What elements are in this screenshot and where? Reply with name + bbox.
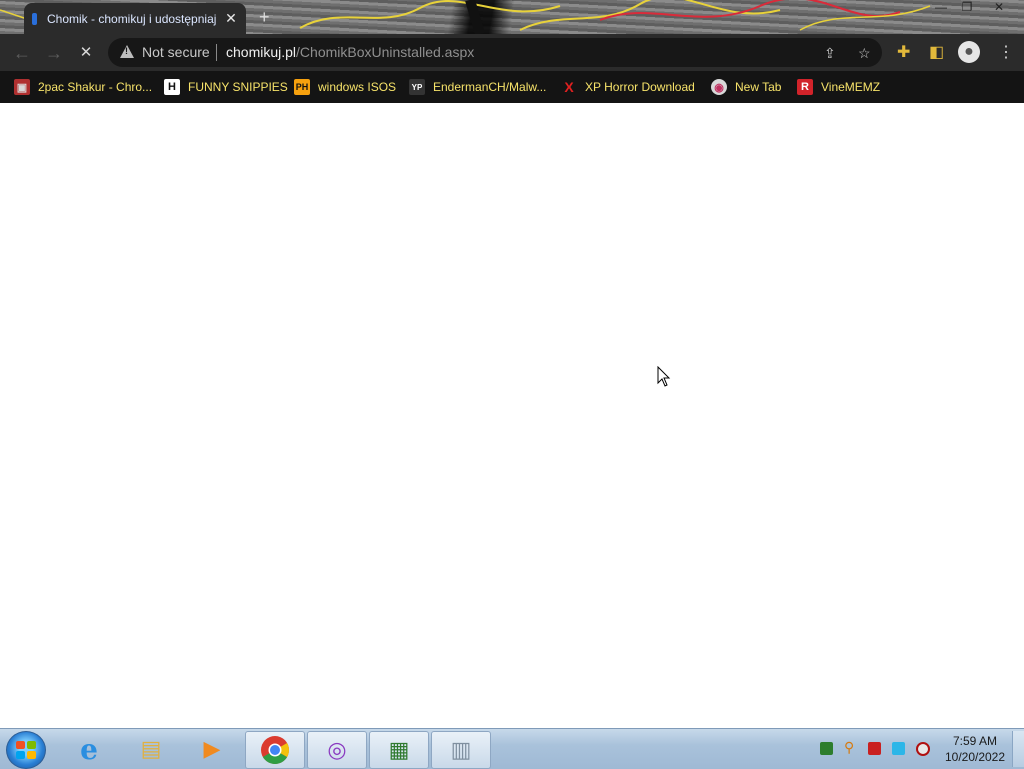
ph-logo-icon: PH	[294, 79, 310, 95]
app-icon: ◎	[327, 737, 347, 762]
x-logo-icon: X	[561, 79, 577, 95]
tray-app-icon[interactable]	[820, 742, 833, 755]
bookmark-label: XP Horror Download	[585, 80, 695, 94]
system-clock[interactable]: 7:59 AM 10/20/2022	[940, 733, 1010, 765]
bookmark-item[interactable]: R VineMEMZ	[797, 77, 880, 97]
internet-explorer-button[interactable]: e	[60, 731, 118, 767]
stop-loading-icon[interactable]: ✕	[75, 42, 97, 64]
program-icon: ▥	[450, 737, 472, 762]
bookmark-star-icon[interactable]: ☆	[858, 45, 871, 62]
globe-icon: ◉	[711, 79, 727, 95]
new-tab-button[interactable]: +	[259, 7, 270, 28]
bookmark-label: EndermanCH/Malw...	[433, 80, 547, 94]
chrome-button[interactable]	[245, 731, 305, 769]
bookmark-item[interactable]: ▣ 2pac Shakur - Chro...	[14, 77, 152, 97]
browser-toolbar: ← → ✕ Not secure chomikuj.pl/ChomikBoxUn…	[0, 34, 1024, 71]
page-content-area[interactable]	[0, 103, 1024, 728]
windows-taskbar: e ▤ ▶ ◎ ▦ ▥ ⚲ 7:59 AM 10/20/2022	[0, 728, 1024, 769]
yp-logo-icon: YP	[409, 79, 425, 95]
url-text[interactable]: chomikuj.pl/ChomikBoxUninstalled.aspx	[226, 44, 474, 60]
r-logo-icon: R	[797, 79, 813, 95]
menu-kebab-icon[interactable]: ⋮	[998, 42, 1014, 62]
address-separator	[216, 44, 217, 61]
media-player-icon: ▶	[203, 736, 221, 761]
bookmarks-bar: ▣ 2pac Shakur - Chro... H FUNNY SNIPPIES…	[0, 71, 1024, 103]
close-window-button[interactable]: ✕	[986, 0, 1012, 16]
file-explorer-icon: ▤	[140, 736, 162, 761]
forward-arrow-icon[interactable]: →	[43, 42, 65, 64]
url-host: chomikuj.pl	[226, 44, 297, 60]
chomikuj-favicon-icon	[32, 12, 37, 25]
media-player-button[interactable]: ▶	[183, 731, 241, 767]
task-manager-icon: ▦	[388, 737, 410, 762]
windows-logo-icon	[16, 741, 36, 759]
tab-title: Chomik - chomikuj i udostępniaj	[47, 11, 217, 26]
bookmark-item[interactable]: PH windows ISOS	[294, 77, 396, 97]
bookmark-item[interactable]: ◉ New Tab	[711, 77, 781, 97]
back-arrow-icon[interactable]: ←	[11, 42, 33, 64]
bookmark-label: VineMEMZ	[821, 80, 881, 94]
url-path: /ChomikBoxUninstalled.aspx	[296, 44, 475, 60]
chrome-icon	[261, 736, 289, 764]
bookmark-label: windows ISOS	[318, 80, 397, 94]
mouse-cursor-icon	[657, 366, 671, 387]
tab-close-icon[interactable]: ✕	[223, 10, 239, 27]
bookmark-label: New Tab	[735, 80, 782, 94]
task-manager-button[interactable]: ▦	[369, 731, 429, 769]
address-bar[interactable]: Not secure chomikuj.pl/ChomikBoxUninstal…	[108, 38, 882, 67]
bookmark-label: FUNNY SNIPPIES	[188, 80, 288, 94]
app-button[interactable]: ◎	[307, 731, 367, 769]
h-logo-icon: H	[164, 79, 180, 95]
start-button[interactable]	[6, 731, 46, 769]
program-button[interactable]: ▥	[431, 731, 491, 769]
tray-network-icon[interactable]	[892, 742, 905, 755]
bookmark-item[interactable]: H FUNNY SNIPPIES	[164, 77, 288, 97]
internet-explorer-icon: e	[80, 732, 98, 766]
maximize-button[interactable]: ❐	[954, 0, 980, 16]
extensions-puzzle-icon[interactable]: ✚	[897, 42, 910, 62]
side-panel-icon[interactable]: ◧	[929, 42, 944, 62]
tray-volume-icon[interactable]	[916, 742, 930, 756]
bookmark-item[interactable]: YP EndermanCH/Malw...	[409, 77, 546, 97]
minimize-button[interactable]: —	[928, 0, 954, 16]
tray-search-icon[interactable]: ⚲	[844, 739, 857, 755]
warning-triangle-icon[interactable]	[120, 45, 134, 58]
clock-date: 10/20/2022	[944, 750, 1006, 764]
tray-flag-icon[interactable]	[868, 742, 881, 755]
photo-icon: ▣	[14, 79, 30, 95]
share-icon[interactable]: ⇪	[824, 45, 836, 62]
profile-avatar-icon[interactable]: ●	[958, 41, 980, 63]
file-explorer-button[interactable]: ▤	[122, 731, 180, 767]
show-desktop-button[interactable]	[1012, 731, 1024, 767]
security-label[interactable]: Not secure	[142, 44, 210, 60]
bookmark-item[interactable]: X XP Horror Download	[561, 77, 695, 97]
active-tab[interactable]: Chomik - chomikuj i udostępniaj ✕	[24, 3, 246, 34]
bookmark-label: 2pac Shakur - Chro...	[38, 80, 153, 94]
clock-time: 7:59 AM	[952, 734, 998, 748]
browser-tab-strip: Chomik - chomikuj i udostępniaj ✕ + — ❐ …	[0, 0, 1024, 34]
